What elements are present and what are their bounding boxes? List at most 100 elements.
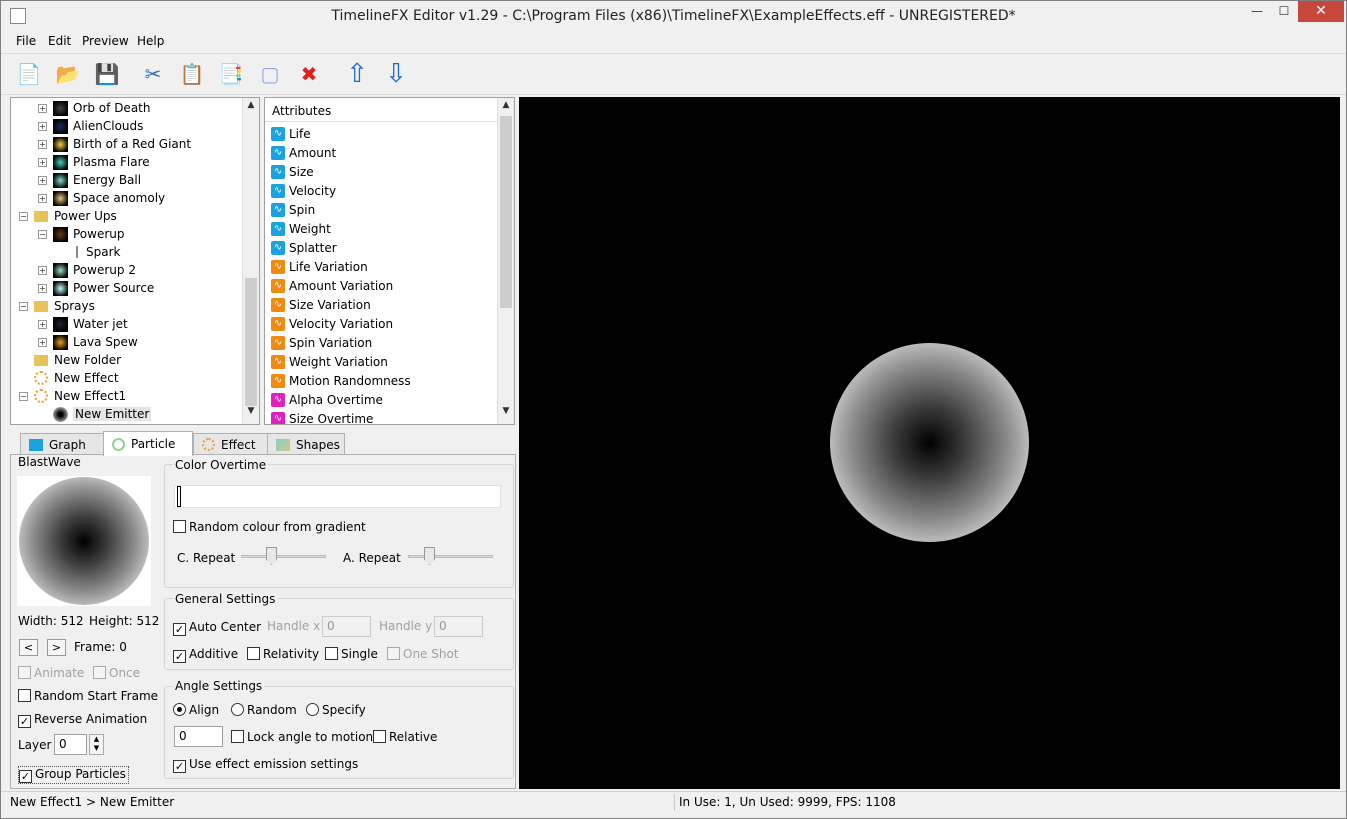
new-button[interactable]: 📄 — [15, 60, 43, 88]
menu-edit[interactable]: Edit — [48, 34, 71, 48]
expand-icon[interactable]: + — [38, 283, 47, 293]
save-button[interactable]: 💾 — [93, 60, 121, 88]
use-emission-checkbox[interactable]: ✓ Use effect emission settings — [173, 757, 358, 773]
attribute-item[interactable]: ∿ Spin Variation — [271, 333, 372, 352]
checkbox[interactable] — [387, 647, 400, 660]
tree-item[interactable]: + Power Source — [38, 279, 154, 297]
collapse-icon[interactable]: − — [38, 229, 47, 239]
copy-button[interactable]: 📋 — [178, 60, 206, 88]
checkbox[interactable]: ✓ — [19, 770, 32, 783]
scroll-thumb[interactable] — [500, 116, 512, 308]
delete-button[interactable]: ✖ — [295, 60, 323, 88]
layer-input[interactable]: 0 — [54, 734, 87, 755]
expand-icon[interactable]: + — [38, 265, 47, 275]
tree-item[interactable]: − Sprays — [19, 297, 95, 315]
scroll-thumb[interactable] — [245, 278, 257, 406]
gradient-marker[interactable] — [177, 486, 181, 507]
checkbox[interactable] — [373, 730, 386, 743]
tab-effect[interactable]: Effect — [193, 433, 268, 455]
clone-button[interactable]: ▢ — [256, 60, 284, 88]
expand-icon[interactable]: + — [38, 157, 47, 167]
tree-item[interactable]: New Effect — [19, 369, 119, 387]
specify-radio[interactable]: Specify — [306, 703, 366, 717]
tab-graph[interactable]: Graph — [20, 433, 105, 455]
angle-input[interactable]: 0 — [174, 726, 223, 747]
menu-help[interactable]: Help — [137, 34, 164, 48]
collapse-icon[interactable]: − — [19, 211, 28, 221]
next-frame-button[interactable]: > — [47, 639, 66, 656]
prev-frame-button[interactable]: < — [19, 639, 38, 656]
expand-icon[interactable]: + — [38, 337, 47, 347]
attribute-item[interactable]: ∿ Velocity Variation — [271, 314, 393, 333]
attribute-item[interactable]: ∿ Weight — [271, 219, 331, 238]
tree-item[interactable]: Spark — [57, 243, 120, 261]
checkbox[interactable]: ✓ — [173, 623, 186, 636]
expand-icon[interactable]: + — [38, 121, 47, 131]
relativity-checkbox[interactable]: Relativity — [247, 647, 319, 661]
effect-preview[interactable]: Download — [249, 97, 1340, 789]
tree-item[interactable]: + Orb of Death — [38, 99, 150, 117]
layer-spinner[interactable]: ▲ ▼ — [89, 734, 104, 755]
collapse-icon[interactable]: − — [19, 301, 28, 311]
single-checkbox[interactable]: Single — [325, 647, 378, 661]
attribute-item[interactable]: ∿ Splatter — [271, 238, 337, 257]
additive-checkbox[interactable]: ✓ Additive — [173, 647, 238, 663]
tree-item[interactable]: + Space anomoly — [38, 189, 165, 207]
shape-preview[interactable] — [17, 476, 151, 606]
tab-shapes[interactable]: Shapes — [267, 433, 345, 455]
a-repeat-slider[interactable] — [408, 555, 493, 558]
auto-center-checkbox[interactable]: ✓ Auto Center — [173, 620, 261, 636]
scroll-up-icon[interactable]: ▲ — [498, 100, 514, 116]
tab-particle[interactable]: Particle — [103, 431, 193, 456]
radio[interactable] — [306, 703, 319, 716]
c-repeat-slider[interactable] — [241, 555, 326, 558]
tree-item[interactable]: + Energy Ball — [38, 171, 141, 189]
tree-scrollbar[interactable]: ▲ ▼ — [242, 98, 259, 424]
attribute-item[interactable]: ∿ Spin — [271, 200, 315, 219]
tree-item[interactable]: + Birth of a Red Giant — [38, 135, 191, 153]
random-colour-checkbox[interactable]: Random colour from gradient — [173, 520, 366, 534]
collapse-icon[interactable]: − — [19, 391, 28, 401]
checkbox[interactable] — [18, 666, 31, 679]
checkbox[interactable] — [247, 647, 260, 660]
tree-item[interactable]: + Water jet — [38, 315, 128, 333]
menu-preview[interactable]: Preview — [82, 34, 129, 48]
scroll-down-icon[interactable]: ▼ — [498, 406, 514, 422]
open-button[interactable]: 📂 — [54, 60, 82, 88]
expand-icon[interactable]: + — [38, 319, 47, 329]
expand-icon[interactable]: + — [38, 103, 47, 113]
attribute-item[interactable]: ∿ Motion Randomness — [271, 371, 411, 390]
minimize-button[interactable]: — — [1243, 1, 1271, 22]
checkbox[interactable] — [325, 647, 338, 660]
tree-item[interactable]: New Emitter — [38, 405, 152, 423]
radio[interactable] — [173, 703, 186, 716]
move-down-button[interactable]: ⇩ — [382, 59, 410, 89]
group-particles-checkbox[interactable]: ✓ Group Particles — [18, 766, 129, 784]
checkbox[interactable]: ✓ — [18, 715, 31, 728]
move-up-button[interactable]: ⇧ — [343, 59, 371, 89]
attribute-item[interactable]: ∿ Amount Variation — [271, 276, 393, 295]
expand-icon[interactable]: + — [38, 175, 47, 185]
attributes-scrollbar[interactable]: ▲ ▼ — [497, 98, 514, 424]
tree-item[interactable]: + Powerup 2 — [38, 261, 136, 279]
tree-item[interactable]: − Power Ups — [19, 207, 117, 225]
attribute-item[interactable]: ∿ Life — [271, 124, 311, 143]
relative-checkbox[interactable]: Relative — [373, 730, 437, 744]
cut-button[interactable]: ✂ — [139, 60, 167, 88]
checkbox[interactable]: ✓ — [173, 650, 186, 663]
tree-item[interactable]: + AlienClouds — [38, 117, 143, 135]
color-gradient-bar[interactable] — [174, 485, 501, 508]
lock-angle-checkbox[interactable]: Lock angle to motion — [231, 730, 373, 744]
attribute-item[interactable]: ∿ Alpha Overtime — [271, 390, 383, 409]
tree-item[interactable]: − New Effect1 — [19, 387, 126, 405]
expand-icon[interactable]: + — [38, 139, 47, 149]
tree-item[interactable]: + Lava Spew — [38, 333, 138, 351]
handle-x-input[interactable]: 0 — [322, 616, 371, 637]
close-button[interactable]: ✕ — [1298, 1, 1344, 22]
once-checkbox[interactable]: Once — [93, 666, 140, 680]
expand-icon[interactable]: + — [38, 193, 47, 203]
tree-item[interactable]: − Powerup — [38, 225, 125, 243]
tree-item[interactable]: + Plasma Flare — [38, 153, 150, 171]
tree-item[interactable]: New Folder — [19, 351, 121, 369]
attribute-item[interactable]: ∿ Amount — [271, 143, 336, 162]
